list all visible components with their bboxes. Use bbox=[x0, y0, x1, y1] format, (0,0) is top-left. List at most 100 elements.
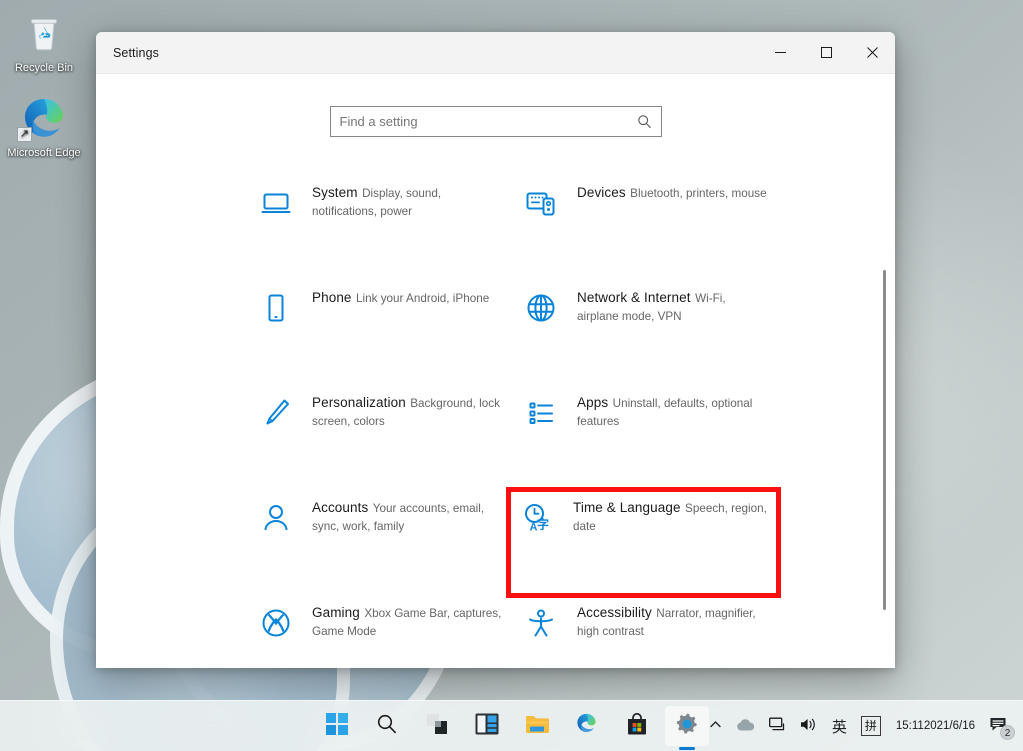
settings-tile-time-language[interactable]: A 字 Time & Language Speech, region, date bbox=[509, 490, 778, 595]
taskbar-center-group bbox=[312, 701, 712, 751]
windows-logo-icon bbox=[326, 713, 348, 740]
settings-tile-phone[interactable]: Phone Link your Android, iPhone bbox=[248, 280, 513, 385]
settings-tile-title: Gaming bbox=[312, 605, 360, 620]
notification-center-button[interactable]: 2 bbox=[985, 706, 1017, 746]
settings-tile-network-internet[interactable]: Network & Internet Wi-Fi, airplane mode,… bbox=[513, 280, 778, 385]
minimize-icon bbox=[775, 47, 786, 58]
time-language-icon: A 字 bbox=[519, 500, 555, 536]
phone-icon bbox=[258, 290, 294, 326]
devices-icon bbox=[523, 185, 559, 221]
window-title: Settings bbox=[113, 46, 159, 60]
microsoft-edge-icon: ↗ bbox=[4, 95, 84, 143]
settings-tile-title: Phone bbox=[312, 290, 352, 305]
settings-tile-text: Apps Uninstall, defaults, optional featu… bbox=[577, 393, 768, 430]
task-view-icon bbox=[426, 713, 448, 740]
settings-content: System Display, sound, notifications, po… bbox=[96, 74, 895, 668]
search-icon bbox=[376, 713, 397, 739]
network-icon bbox=[769, 717, 786, 735]
settings-window[interactable]: Settings bbox=[96, 32, 895, 668]
notification-badge: 2 bbox=[1000, 725, 1015, 740]
settings-tile-devices[interactable]: Devices Bluetooth, printers, mouse bbox=[513, 175, 778, 280]
microsoft-edge-icon bbox=[575, 712, 598, 740]
settings-tile-accessibility[interactable]: Accessibility Narrator, magnifier, high … bbox=[513, 595, 778, 668]
settings-tile-title: Time & Language bbox=[573, 500, 681, 515]
shortcut-arrow-icon: ↗ bbox=[17, 127, 32, 142]
search-icon[interactable] bbox=[637, 114, 652, 129]
edge-button[interactable] bbox=[565, 706, 609, 746]
settings-tile-text: Time & Language Speech, region, date bbox=[573, 498, 768, 535]
recycle-bin-icon bbox=[4, 10, 84, 58]
search-button[interactable] bbox=[365, 706, 409, 746]
start-button[interactable] bbox=[315, 706, 359, 746]
desktop-icon-microsoft-edge[interactable]: ↗ Microsoft Edge bbox=[4, 95, 84, 160]
settings-tile-accounts[interactable]: Accounts Your accounts, email, sync, wor… bbox=[248, 490, 513, 595]
settings-tile-personalization[interactable]: Personalization Background, lock screen,… bbox=[248, 385, 513, 490]
accessibility-icon bbox=[523, 605, 559, 641]
tray-volume-button[interactable] bbox=[793, 706, 825, 746]
tray-network-button[interactable] bbox=[762, 706, 793, 746]
scrollbar-track[interactable] bbox=[880, 74, 890, 668]
xbox-icon bbox=[258, 605, 294, 641]
settings-tile-title: Devices bbox=[577, 185, 626, 200]
microsoft-store-icon bbox=[626, 713, 648, 740]
maximize-icon bbox=[821, 47, 832, 58]
widgets-button[interactable] bbox=[465, 706, 509, 746]
settings-tile-title: Accessibility bbox=[577, 605, 652, 620]
speaker-icon bbox=[800, 717, 818, 735]
desktop-icon-recycle-bin[interactable]: Recycle Bin bbox=[4, 10, 84, 75]
tray-onedrive-button[interactable] bbox=[729, 706, 762, 746]
maximize-button[interactable] bbox=[803, 32, 849, 73]
taskbar-clock[interactable]: 15:11 2021/6/16 bbox=[888, 706, 985, 746]
settings-tile-apps[interactable]: Apps Uninstall, defaults, optional featu… bbox=[513, 385, 778, 490]
tray-ime-pinyin-wrap[interactable]: 拼 bbox=[854, 706, 888, 746]
settings-tile-title: Personalization bbox=[312, 395, 406, 410]
cloud-icon bbox=[736, 718, 755, 735]
apps-list-icon bbox=[523, 395, 559, 431]
close-button[interactable] bbox=[849, 32, 895, 73]
close-icon bbox=[867, 47, 878, 58]
chevron-up-icon bbox=[709, 718, 722, 734]
store-button[interactable] bbox=[615, 706, 659, 746]
settings-tile-title: System bbox=[312, 185, 358, 200]
settings-tile-text: Gaming Xbox Game Bar, captures, Game Mod… bbox=[312, 603, 503, 640]
monitor-icon bbox=[258, 185, 294, 221]
system-tray: 英 拼 15:11 2021/6/16 2 bbox=[702, 701, 1017, 751]
person-icon bbox=[258, 500, 294, 536]
file-explorer-button[interactable] bbox=[515, 706, 559, 746]
settings-tile-gaming[interactable]: Gaming Xbox Game Bar, captures, Game Mod… bbox=[248, 595, 513, 668]
globe-icon bbox=[523, 290, 559, 326]
window-caption-buttons bbox=[757, 32, 895, 73]
svg-text:字: 字 bbox=[537, 517, 549, 532]
settings-tile-text: Network & Internet Wi-Fi, airplane mode,… bbox=[577, 288, 768, 325]
window-titlebar[interactable]: Settings bbox=[96, 32, 895, 74]
taskbar[interactable]: 英 拼 15:11 2021/6/16 2 bbox=[0, 700, 1023, 751]
settings-category-grid: System Display, sound, notifications, po… bbox=[96, 175, 895, 668]
widgets-icon bbox=[475, 713, 499, 740]
scrollbar-thumb[interactable] bbox=[883, 270, 886, 610]
search-row bbox=[96, 74, 895, 137]
tray-ime-mode[interactable]: 英 bbox=[825, 706, 854, 746]
tray-ime-pinyin: 拼 bbox=[861, 716, 881, 736]
settings-tile-text: System Display, sound, notifications, po… bbox=[312, 183, 503, 220]
settings-tile-title: Apps bbox=[577, 395, 608, 410]
search-input[interactable] bbox=[340, 114, 637, 129]
desktop-icon-label: Recycle Bin bbox=[15, 62, 73, 74]
settings-tile-subtitle: Link your Android, iPhone bbox=[356, 292, 489, 305]
settings-tile-text: Devices Bluetooth, printers, mouse bbox=[577, 183, 767, 202]
settings-tile-title: Accounts bbox=[312, 500, 368, 515]
tray-overflow-button[interactable] bbox=[702, 706, 729, 746]
clock-time: 15:11 bbox=[896, 719, 924, 734]
settings-tile-subtitle: Bluetooth, printers, mouse bbox=[630, 187, 766, 200]
settings-tile-system[interactable]: System Display, sound, notifications, po… bbox=[248, 175, 513, 280]
brush-icon bbox=[258, 395, 294, 431]
settings-tile-text: Personalization Background, lock screen,… bbox=[312, 393, 503, 430]
gear-icon bbox=[675, 712, 699, 741]
settings-tile-text: Accounts Your accounts, email, sync, wor… bbox=[312, 498, 503, 535]
search-box[interactable] bbox=[330, 106, 662, 137]
settings-tile-title: Network & Internet bbox=[577, 290, 691, 305]
task-view-button[interactable] bbox=[415, 706, 459, 746]
minimize-button[interactable] bbox=[757, 32, 803, 73]
settings-tile-text: Phone Link your Android, iPhone bbox=[312, 288, 489, 307]
settings-tile-text: Accessibility Narrator, magnifier, high … bbox=[577, 603, 768, 640]
clock-date: 2021/6/16 bbox=[924, 719, 975, 734]
